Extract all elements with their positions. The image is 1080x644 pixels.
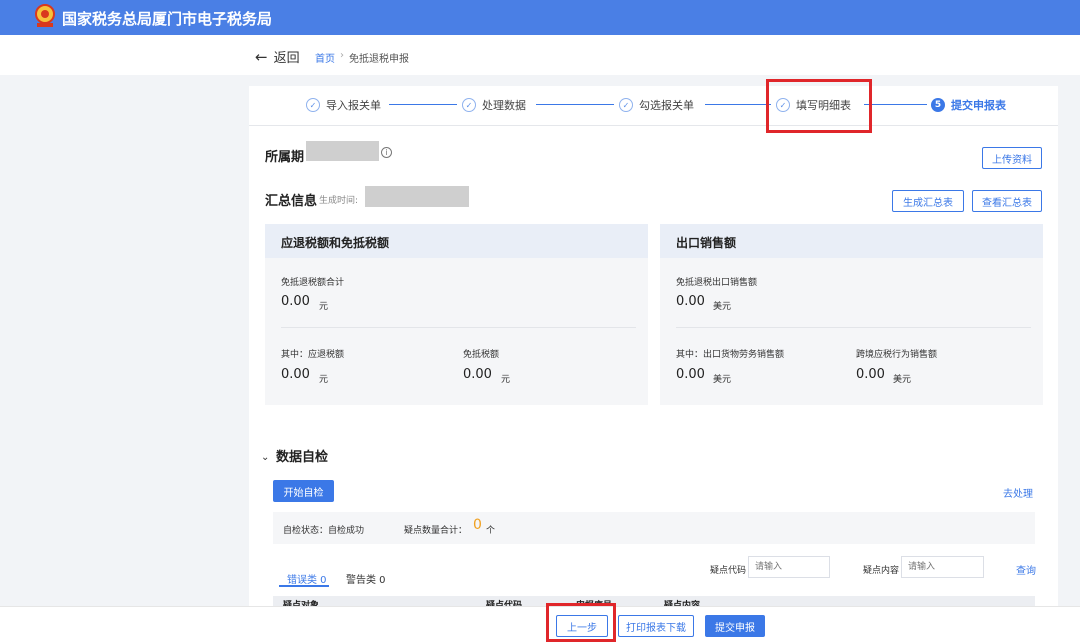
total-label: 免抵退税额合计 [281, 278, 345, 288]
content-filter-input[interactable] [901, 556, 984, 578]
back-button[interactable]: ← 返回 [255, 47, 300, 67]
code-filter-input[interactable] [748, 556, 830, 578]
code-filter-label: 疑点代码 [710, 566, 747, 576]
step-label: 处理数据 [482, 99, 526, 112]
table-header-cell: 疑点代码 [486, 601, 523, 606]
cross-border-unit: 美元 [893, 375, 912, 385]
info-icon[interactable]: i [381, 147, 392, 158]
refund-value: 0.00 [281, 367, 310, 382]
check-status: 自检状态：自检成功 [283, 526, 365, 536]
step-label: 导入报关单 [326, 99, 381, 112]
breadcrumb-current: 免抵退税申报 [349, 54, 409, 65]
exempt-value: 0.00 [463, 367, 492, 382]
breadcrumb-home[interactable]: 首页 [315, 50, 335, 65]
highlight-prev-box [546, 603, 616, 642]
active-tab-indicator [279, 585, 329, 587]
self-check-title: 数据自检 [276, 450, 329, 465]
generate-summary-button[interactable]: 生成汇总表 [892, 190, 964, 212]
doubt-count-unit: 个 [486, 526, 496, 536]
refund-label: 其中：应退税额 [281, 350, 345, 360]
check-status-bar: 自检状态：自检成功 疑点数量合计： 0 个 [273, 512, 1035, 544]
summary-title: 汇总信息 [265, 194, 318, 209]
highlight-step-box [766, 79, 872, 133]
breadcrumb: 首页 › 免抵退税申报 [315, 50, 409, 65]
view-summary-button[interactable]: 查看汇总表 [972, 190, 1042, 212]
step-number: 5 [931, 98, 945, 112]
step-select-declaration[interactable]: ✓ 勾选报关单 [619, 97, 694, 113]
step-import-declaration[interactable]: ✓ 导入报关单 [306, 97, 381, 113]
goods-sales-label: 其中：出口货物劳务销售额 [676, 350, 785, 360]
main-card: ✓ 导入报关单 ✓ 处理数据 ✓ 勾选报关单 ✓ 填写明细表 5 提交申报表 所… [249, 86, 1058, 606]
panel-title: 出口销售额 [660, 224, 1043, 258]
total-unit: 元 [319, 302, 329, 312]
tab-errors[interactable]: 错误类 0 [287, 571, 327, 586]
doubt-count-label: 疑点数量合计： [404, 526, 468, 536]
check-circle-icon: ✓ [619, 98, 633, 112]
redacted-time [365, 186, 469, 207]
cross-border-label: 跨境应税行为销售额 [856, 350, 938, 360]
table-header-cell: 疑点内容 [664, 601, 701, 606]
table-header-cell: 疑点对象 [283, 601, 320, 606]
check-circle-icon: ✓ [462, 98, 476, 112]
breadcrumb-bar: ← 返回 首页 › 免抵退税申报 [0, 35, 1080, 75]
submit-declaration-button[interactable]: 提交申报 [705, 615, 765, 637]
start-check-button[interactable]: 开始自检 [273, 480, 334, 502]
divider [281, 327, 636, 328]
site-title: 国家税务总局厦门市电子税务局 [62, 10, 273, 28]
cross-border-value: 0.00 [856, 367, 885, 382]
goods-sales-unit: 美元 [713, 375, 732, 385]
step-connector [864, 104, 927, 105]
sales-total-unit: 美元 [713, 302, 732, 312]
step-process-data[interactable]: ✓ 处理数据 [462, 97, 526, 113]
step-label: 勾选报关单 [639, 99, 694, 112]
sales-panel: 出口销售额 免抵退税出口销售额 0.00 美元 其中：出口货物劳务销售额 0.0… [660, 224, 1043, 405]
tax-emblem-icon [35, 4, 55, 27]
arrow-left-icon: ← [255, 47, 268, 66]
sales-total-label: 免抵退税出口销售额 [676, 278, 758, 288]
goods-sales-value: 0.00 [676, 367, 705, 382]
breadcrumb-separator: › [340, 50, 344, 61]
step-connector [705, 104, 771, 105]
tab-warnings[interactable]: 警告类 0 [346, 571, 386, 586]
redacted-period [306, 141, 379, 161]
divider [676, 327, 1031, 328]
doubt-count: 0 [473, 517, 482, 533]
chevron-down-icon[interactable]: ⌄ [261, 452, 269, 463]
check-circle-icon: ✓ [306, 98, 320, 112]
step-progress: ✓ 导入报关单 ✓ 处理数据 ✓ 勾选报关单 ✓ 填写明细表 5 提交申报表 [249, 86, 1058, 126]
step-connector [389, 104, 457, 105]
exempt-unit: 元 [501, 375, 511, 385]
panel-title: 应退税额和免抵税额 [265, 224, 648, 258]
refund-unit: 元 [319, 375, 329, 385]
upload-button[interactable]: 上传资料 [982, 147, 1042, 169]
table-header: 疑点对象 疑点代码 申报序号 疑点内容 [273, 596, 1035, 606]
step-submit-report[interactable]: 5 提交申报表 [931, 97, 1006, 113]
content-filter-label: 疑点内容 [863, 566, 900, 576]
print-download-button[interactable]: 打印报表下载 [618, 615, 694, 637]
step-connector [536, 104, 614, 105]
go-process-link[interactable]: 去处理 [1003, 485, 1033, 500]
exempt-label: 免抵税额 [463, 350, 500, 360]
back-label: 返回 [273, 51, 300, 66]
footer-bar [0, 606, 1080, 644]
sales-total-value: 0.00 [676, 294, 705, 309]
query-button[interactable]: 查询 [1016, 562, 1036, 577]
step-label: 提交申报表 [951, 99, 1006, 112]
refund-panel: 应退税额和免抵税额 免抵退税额合计 0.00 元 其中：应退税额 0.00 元 … [265, 224, 648, 405]
top-header: 国家税务总局厦门市电子税务局 [0, 0, 1080, 35]
total-value: 0.00 [281, 294, 310, 309]
generated-time-label: 生成时间: [319, 196, 359, 206]
period-label: 所属期 [265, 150, 305, 165]
